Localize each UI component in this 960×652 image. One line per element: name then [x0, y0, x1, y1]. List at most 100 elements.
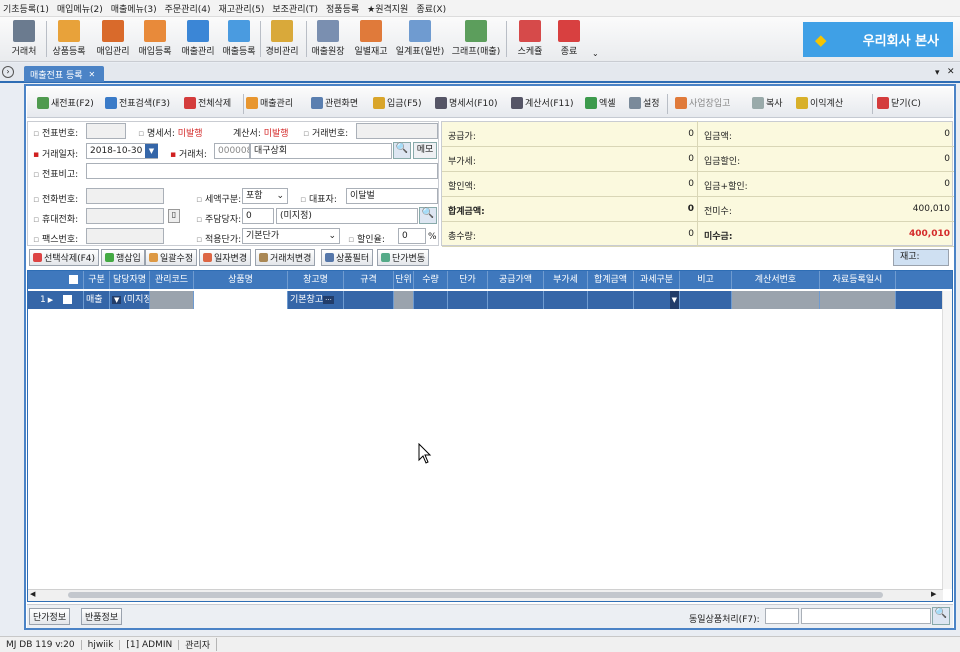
- menu-item-5[interactable]: 보조관리(T): [272, 2, 318, 15]
- grid-button-4[interactable]: 거래처변경: [255, 249, 316, 266]
- column-header-6[interactable]: 규격: [344, 271, 394, 289]
- client-search-icon[interactable]: 🔍: [393, 142, 411, 159]
- menu-item-1[interactable]: 매입메뉴(2): [57, 2, 103, 15]
- grid-button-6[interactable]: 단가변동: [377, 249, 430, 266]
- dropdown-icon[interactable]: ▼: [112, 296, 122, 304]
- date-dropdown-icon[interactable]: ▼: [145, 144, 158, 158]
- column-header-10[interactable]: 공급가액: [488, 271, 544, 289]
- table-cell-11[interactable]: [544, 291, 588, 309]
- toolbar-button-3[interactable]: 매입등록: [134, 19, 176, 59]
- expand-circle-icon[interactable]: ›: [2, 66, 14, 78]
- column-header-5[interactable]: 창고명: [288, 271, 344, 289]
- more-icon[interactable]: ···: [323, 296, 334, 304]
- toolbar-button-5[interactable]: 매출등록: [218, 19, 260, 59]
- action-button-3[interactable]: 매출관리: [246, 96, 293, 109]
- manager-name-field[interactable]: (미지정): [276, 208, 418, 224]
- table-cell-12[interactable]: [588, 291, 634, 309]
- memo-button[interactable]: 메모: [413, 142, 437, 159]
- same-product-code-field[interactable]: [765, 608, 799, 624]
- table-cell-6[interactable]: [344, 291, 394, 309]
- toolbar-button-11[interactable]: 스케쥴: [510, 19, 550, 59]
- action-button-12[interactable]: 이익계산: [796, 96, 843, 109]
- tab-sales-voucher[interactable]: 매출전표 등록 ✕: [24, 66, 104, 82]
- table-cell-7[interactable]: [394, 291, 414, 309]
- table-cell-8[interactable]: [414, 291, 448, 309]
- toolbar-button-12[interactable]: 종료: [554, 19, 584, 59]
- toolbar-button-6[interactable]: 경비관리: [262, 19, 302, 59]
- menu-item-3[interactable]: 주문관리(4): [165, 2, 211, 15]
- return-info-button[interactable]: 반품정보: [81, 608, 123, 625]
- client-name-field[interactable]: 대구상회: [250, 143, 392, 159]
- column-header-13[interactable]: 과세구분: [634, 271, 680, 289]
- column-header-14[interactable]: 비고: [680, 271, 732, 289]
- grid-button-2[interactable]: 일괄수정: [145, 249, 198, 266]
- table-cell-5[interactable]: 기본창고 ···: [288, 291, 344, 309]
- menu-item-6[interactable]: 정품등록: [326, 2, 359, 15]
- tab-dropdown-icon[interactable]: ▾: [935, 68, 940, 78]
- action-button-4[interactable]: 관련화면: [311, 96, 358, 109]
- unit-price-info-button[interactable]: 단가정보: [29, 608, 71, 625]
- column-header-0[interactable]: [28, 271, 84, 289]
- column-header-2[interactable]: 담당자명: [110, 271, 150, 289]
- note-field[interactable]: [86, 163, 438, 179]
- column-header-3[interactable]: 관리코드: [150, 271, 194, 289]
- scroll-right-icon[interactable]: ▶: [931, 590, 936, 598]
- table-row[interactable]: 1▶매출▼(미지정) 기본창고··· ▼: [28, 291, 952, 309]
- toolbar-button-9[interactable]: 일계표(일반): [394, 19, 446, 59]
- menu-item-7[interactable]: ★원격지원: [367, 2, 408, 15]
- client-code-field[interactable]: 000008: [214, 143, 250, 159]
- grid-button-0[interactable]: 선택삭제(F4): [29, 249, 100, 266]
- tax-select[interactable]: 포함 ⌄: [242, 188, 288, 204]
- manager-code-field[interactable]: 0: [242, 208, 274, 224]
- column-header-7[interactable]: 단위: [394, 271, 414, 289]
- scroll-left-icon[interactable]: ◀: [30, 590, 35, 598]
- toolbar-button-10[interactable]: 그래프(매출): [448, 19, 504, 59]
- action-button-0[interactable]: 새전표(F2): [37, 96, 94, 109]
- action-button-9[interactable]: 설정: [629, 96, 660, 109]
- table-cell-9[interactable]: [448, 291, 488, 309]
- toolbar-button-0[interactable]: 거래처: [4, 19, 44, 59]
- column-header-9[interactable]: 단가: [448, 271, 488, 289]
- toolbar-button-8[interactable]: 일별재고: [350, 19, 392, 59]
- table-cell-4[interactable]: [194, 291, 288, 309]
- scrollbar-thumb[interactable]: [68, 592, 883, 598]
- table-cell-2[interactable]: ▼(미지정): [110, 291, 150, 309]
- toolbar-button-4[interactable]: 매출관리: [178, 19, 218, 59]
- action-button-8[interactable]: 엑셀: [585, 96, 616, 109]
- ceo-field[interactable]: 이달벌: [346, 188, 438, 204]
- table-cell-15[interactable]: [732, 291, 820, 309]
- column-header-16[interactable]: 자료등록일시: [820, 271, 896, 289]
- phone-field[interactable]: [86, 188, 164, 204]
- select-all-checkbox[interactable]: [69, 275, 78, 284]
- menu-item-8[interactable]: 종료(X): [416, 2, 446, 15]
- table-cell-16[interactable]: [820, 291, 896, 309]
- vertical-scrollbar[interactable]: [942, 291, 952, 589]
- menu-item-2[interactable]: 매출메뉴(3): [111, 2, 157, 15]
- fax-field[interactable]: [86, 228, 164, 244]
- voucher-no-field[interactable]: [86, 123, 126, 139]
- action-button-2[interactable]: 전체삭제: [184, 96, 231, 109]
- action-button-1[interactable]: 전표검색(F3): [105, 96, 170, 109]
- mobile-field[interactable]: [86, 208, 164, 224]
- action-button-13[interactable]: 닫기(C): [877, 96, 921, 109]
- action-button-10[interactable]: 사업장입고: [675, 96, 730, 109]
- trade-no-field[interactable]: [356, 123, 438, 139]
- column-header-11[interactable]: 부가세: [544, 271, 588, 289]
- column-header-15[interactable]: 계산서번호: [732, 271, 820, 289]
- column-header-12[interactable]: 합계금액: [588, 271, 634, 289]
- table-cell-3[interactable]: [150, 291, 194, 309]
- toolbar-button-1[interactable]: 상품등록: [48, 19, 90, 59]
- table-cell-0[interactable]: 1 ▶: [28, 291, 84, 309]
- same-product-name-field[interactable]: [801, 608, 931, 624]
- action-button-11[interactable]: 복사: [752, 96, 783, 109]
- row-checkbox[interactable]: [63, 295, 73, 304]
- action-button-5[interactable]: 입금(F5): [373, 96, 422, 109]
- grid-button-1[interactable]: 행삽입: [101, 249, 145, 266]
- toolbar-button-7[interactable]: 매출원장: [308, 19, 348, 59]
- menu-item-0[interactable]: 기초등록(1): [3, 2, 49, 15]
- toolbar-button-2[interactable]: 매입관리: [92, 19, 134, 59]
- grid-button-5[interactable]: 상품필터: [321, 249, 374, 266]
- column-header-4[interactable]: 상품명: [194, 271, 288, 289]
- table-cell-14[interactable]: [680, 291, 732, 309]
- phone-icon[interactable]: ▯: [168, 209, 180, 223]
